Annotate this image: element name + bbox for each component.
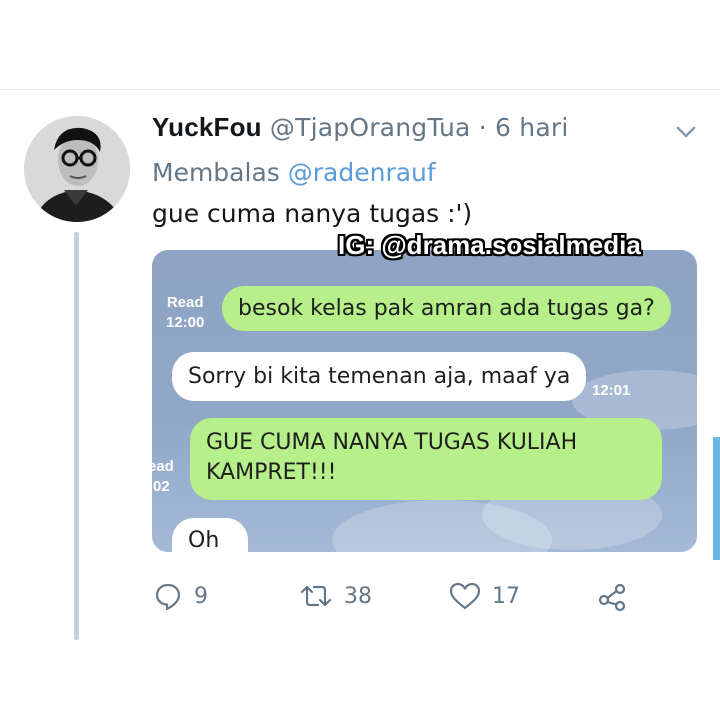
share-button[interactable] [596,578,628,614]
next-tweet-cut-off [152,640,352,648]
share-icon [598,583,626,612]
tweet-header: YuckFou @TjapOrangTua · 6 hari [152,112,568,143]
message-time: 12:01 [592,382,631,399]
reply-button[interactable]: 9 [152,578,208,614]
chat-bubble-incoming: Oh [172,518,248,552]
user-handle[interactable]: @TjapOrangTua [270,113,471,142]
heart-icon [449,582,481,610]
read-status: Read 12:00 [166,294,205,331]
top-divider [0,89,720,90]
thread-line [74,232,79,640]
retweet-icon [300,585,332,607]
tweet-time[interactable]: 6 hari [495,113,568,142]
chat-bubble-incoming: Sorry bi kita temenan aja, maaf ya [172,352,587,401]
reply-icon [155,583,181,611]
tweet-actions: 9 38 17 [152,578,652,614]
chat-bubble-outgoing: GUE CUMA NANYA TUGAS KULIAH KAMPRET!!! [190,418,662,500]
retweet-button[interactable]: 38 [298,578,372,614]
retweet-count: 38 [344,583,372,609]
avatar[interactable] [24,116,130,222]
chevron-down-icon[interactable] [672,118,700,146]
scrollbar-indicator [713,437,720,560]
read-status: ead :02 [152,458,174,495]
like-count: 17 [492,583,520,609]
separator: · [478,113,487,142]
reply-context: Membalas @radenrauf [152,158,436,187]
tweet-media[interactable]: Read 12:00 besok kelas pak amran ada tug… [152,250,697,552]
reply-count: 9 [194,583,208,609]
like-button[interactable]: 17 [448,578,520,614]
display-name[interactable]: YuckFou [152,112,262,142]
tweet-text: gue cuma nanya tugas :') [152,199,473,228]
avatar-image [24,116,130,222]
reply-prefix: Membalas [152,158,280,187]
watermark: IG: @drama.sosialmedia [338,230,641,260]
reply-to-handle[interactable]: @radenrauf [288,158,436,187]
chat-bubble-outgoing: besok kelas pak amran ada tugas ga? [222,286,671,331]
